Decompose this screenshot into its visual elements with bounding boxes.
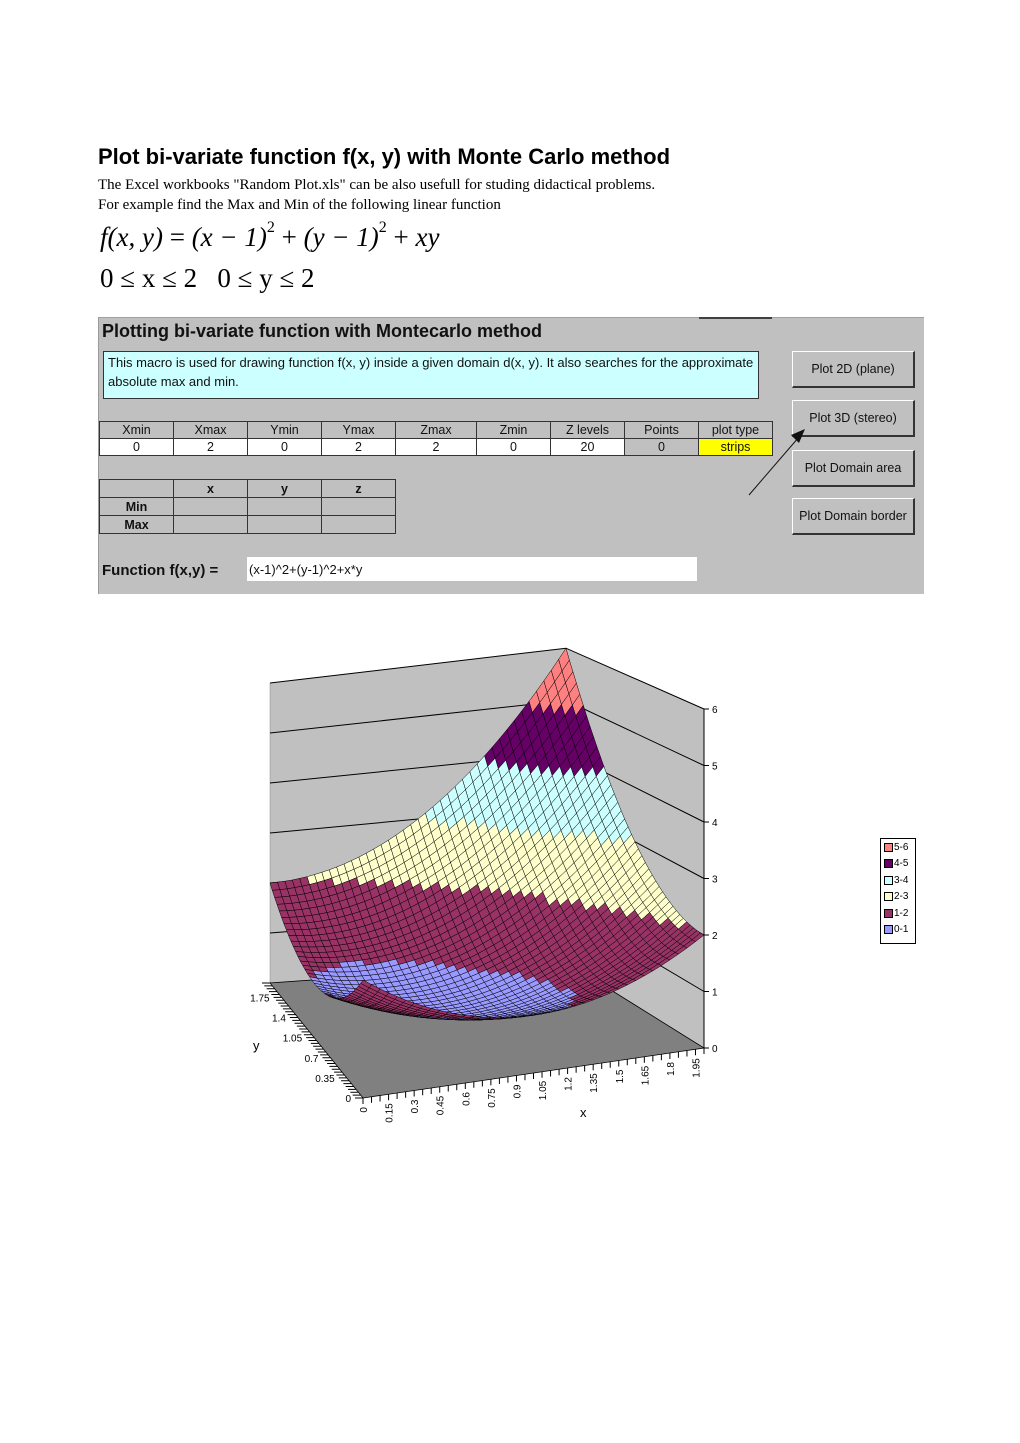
x-tick-label: 0.15	[385, 1103, 396, 1123]
x-tick-label: 0.75	[487, 1088, 498, 1108]
legend-label: 5-6	[894, 841, 909, 853]
legend-item: 0-1	[881, 922, 915, 939]
y-tick-label: 0.35	[315, 1074, 335, 1085]
z-tick-label: 3	[712, 875, 718, 886]
x-tick-label: 0.3	[410, 1099, 421, 1113]
x-tick-label: 1.5	[615, 1069, 626, 1083]
y-tick-label: 1.05	[283, 1034, 303, 1045]
x-tick-label: 0.6	[461, 1092, 472, 1106]
legend-item: 3-4	[881, 872, 915, 889]
legend-label: 2-3	[894, 891, 909, 903]
legend-label: 0-1	[894, 924, 909, 936]
legend-swatch	[884, 859, 893, 869]
x-tick-label: 1.2	[564, 1077, 575, 1091]
legend-label: 3-4	[894, 874, 909, 886]
x-tick-label: 0	[359, 1107, 370, 1113]
x-tick-label: 0.9	[513, 1084, 524, 1098]
y-tick-label: 0	[345, 1094, 351, 1105]
legend-swatch	[884, 925, 893, 935]
x-tick-label: 1.35	[589, 1073, 600, 1093]
y-tick-label: 1.4	[272, 1014, 286, 1025]
z-tick-label: 0	[712, 1044, 718, 1055]
y-tick-label: 0.7	[305, 1054, 319, 1065]
x-tick-label: 1.05	[538, 1080, 549, 1100]
legend-item: 1-2	[881, 905, 915, 922]
legend-label: 4-5	[894, 858, 909, 870]
legend-swatch	[884, 908, 893, 918]
y-axis-title: y	[253, 1038, 260, 1053]
legend-swatch	[884, 842, 893, 852]
z-tick-label: 2	[712, 931, 718, 942]
x-tick-label: 0.45	[436, 1095, 447, 1115]
legend-swatch	[884, 892, 893, 902]
x-tick-label: 1.8	[666, 1062, 677, 1076]
legend-item: 5-6	[881, 839, 915, 856]
legend-item: 2-3	[881, 889, 915, 906]
z-tick-label: 1	[712, 988, 718, 999]
y-tick-label: 1.75	[250, 993, 270, 1004]
legend-swatch	[884, 875, 893, 885]
legend-item: 4-5	[881, 856, 915, 873]
x-tick-label: 1.65	[640, 1065, 651, 1085]
surface-chart: 0 1 2 3 4 5 6 0 0.15 0.3 0.45 0.6 0.75 0.9 1.05 1.2 1.35…	[250, 647, 718, 1123]
x-tick-label: 1.95	[692, 1058, 703, 1078]
chart-legend: 5-6 4-5 3-4 2-3 1-2 0-1	[880, 838, 916, 944]
x-axis-title: x	[580, 1105, 587, 1120]
z-tick-label: 5	[712, 762, 718, 773]
z-tick-label: 6	[712, 705, 718, 716]
legend-label: 1-2	[894, 907, 909, 919]
z-tick-label: 4	[712, 818, 718, 829]
